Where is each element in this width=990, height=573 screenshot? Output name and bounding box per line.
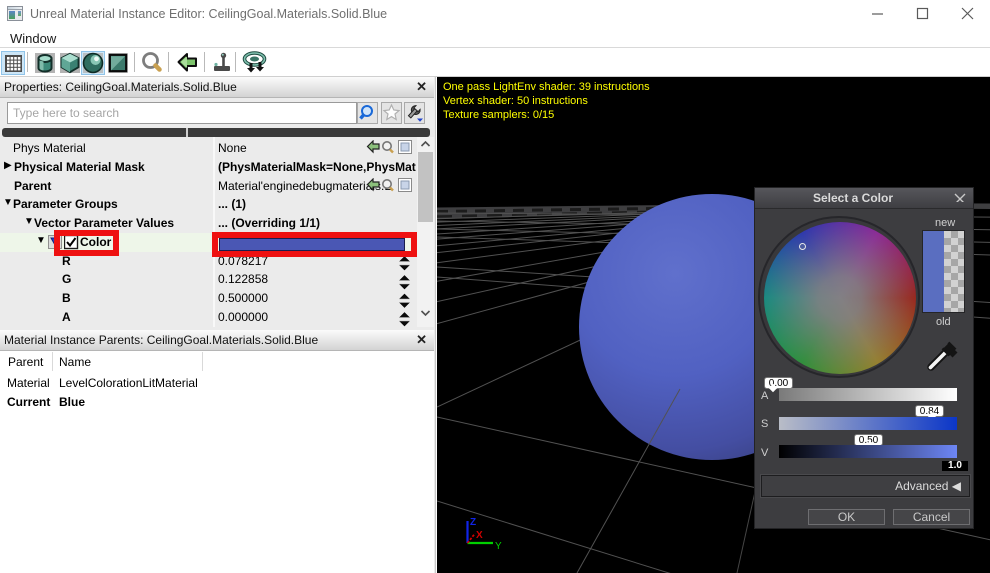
svg-text:X: X (476, 530, 483, 541)
svg-text:Y: Y (495, 541, 502, 552)
svg-text:Z: Z (470, 517, 476, 528)
